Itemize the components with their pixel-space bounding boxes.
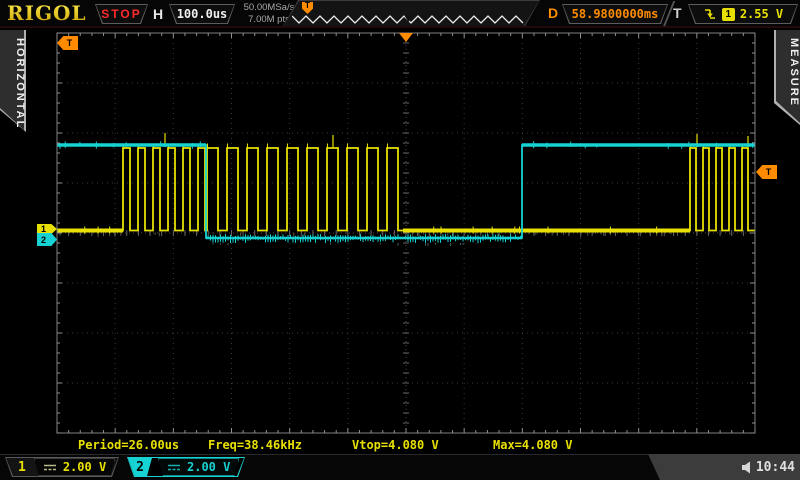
trigger-position-marker[interactable] bbox=[399, 33, 413, 42]
timebase-badge[interactable]: 100.0us bbox=[169, 4, 235, 24]
trigger-label: T bbox=[673, 5, 682, 21]
bottom-status-bar: 1 2.00 V 2 2.00 V bbox=[0, 454, 800, 480]
waveform-overview-scrollbar[interactable] bbox=[292, 14, 524, 25]
beeper-icon bbox=[741, 461, 753, 474]
measurement-max: Max=4.080 V bbox=[493, 438, 572, 452]
ch1-number: 1 bbox=[18, 460, 26, 475]
trigger-settings-badge[interactable]: 1 2.55 V bbox=[688, 4, 798, 24]
delay-label: D bbox=[548, 5, 558, 21]
measurement-freq: Freq=38.46kHz bbox=[208, 438, 302, 452]
tab-horizontal-label: HORIZONTAL bbox=[0, 38, 26, 129]
run-state-label: STOP bbox=[101, 7, 141, 21]
measurement-period: Period=26.00us bbox=[78, 438, 179, 452]
measurement-vtop: Vtop=4.080 V bbox=[352, 438, 439, 452]
tab-horizontal-menu[interactable]: HORIZONTAL bbox=[0, 30, 26, 132]
sample-rate: 50.00MSa/s bbox=[238, 2, 300, 14]
top-status-bar: RIGOL STOP H 100.0us 50.00MSa/s 7.00M pt… bbox=[0, 0, 800, 28]
rigol-logo: RIGOL bbox=[7, 1, 87, 25]
ch1-scale: 2.00 V bbox=[63, 460, 106, 474]
tab-measure-label: MEASURE bbox=[774, 38, 800, 107]
system-status-area: 10:44 bbox=[648, 454, 800, 480]
run-state-badge[interactable]: STOP bbox=[95, 4, 148, 24]
ch1-badge[interactable]: 1 2.00 V bbox=[5, 457, 119, 477]
trigger-source-chip: 1 bbox=[722, 8, 735, 21]
trigger-level-value: 2.55 V bbox=[740, 7, 783, 21]
timebase-value: 100.0us bbox=[177, 7, 228, 21]
falling-edge-icon bbox=[703, 7, 717, 21]
oscilloscope-screen: T T 1 2 RIGOL STOP H 100.0us 50.00MSa/s … bbox=[0, 0, 800, 480]
ch2-dc-coupling-icon bbox=[167, 463, 181, 472]
ch1-dc-coupling-icon bbox=[43, 463, 57, 472]
delay-value: 58.9800000ms bbox=[572, 7, 659, 21]
ch2-badge[interactable]: 2 2.00 V bbox=[127, 457, 245, 477]
horizontal-label: H bbox=[153, 6, 163, 22]
horizontal-delay-badge[interactable]: 58.9800000ms bbox=[562, 4, 668, 24]
clock: 10:44 bbox=[756, 460, 795, 475]
tab-measure-menu[interactable]: MEASURE bbox=[774, 30, 800, 125]
ch2-scale: 2.00 V bbox=[187, 460, 230, 474]
waveform-display bbox=[0, 0, 800, 480]
ch2-number: 2 bbox=[128, 458, 152, 476]
